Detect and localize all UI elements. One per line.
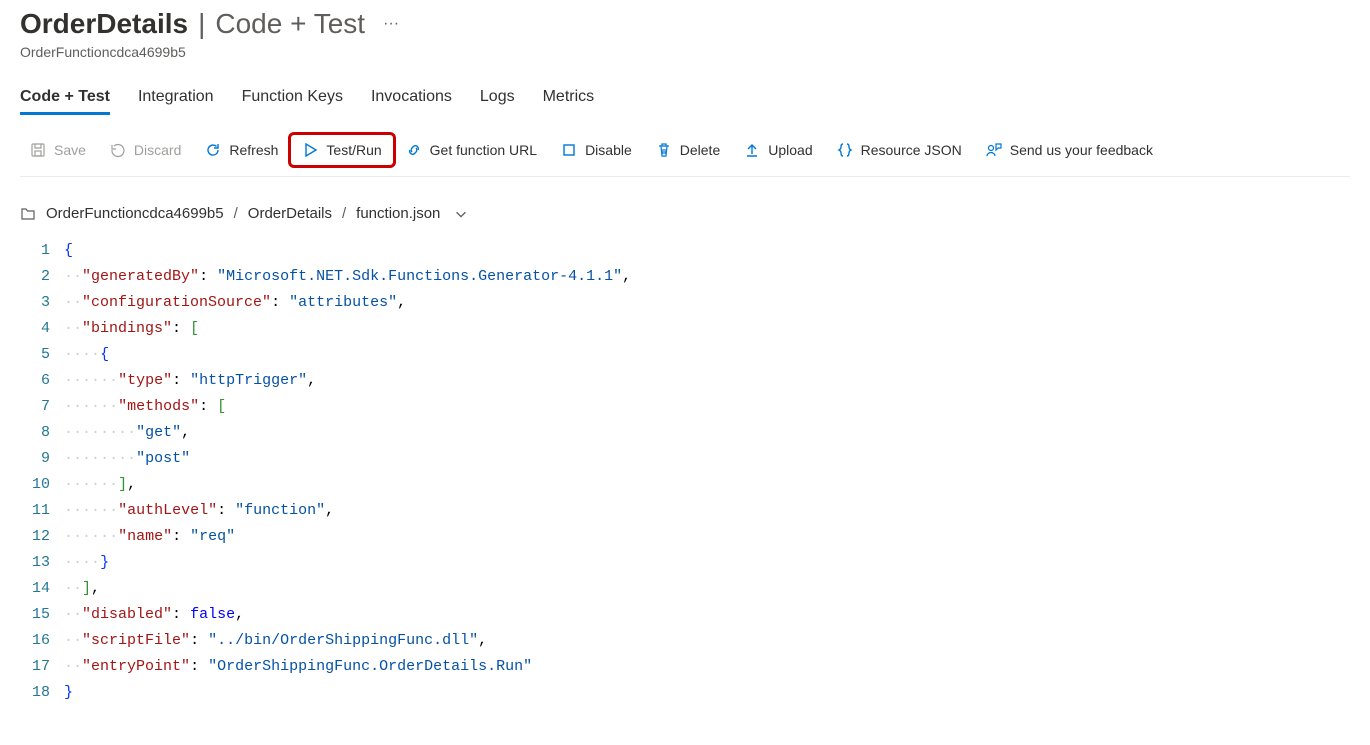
page-title-sub: Code + Test [215,8,365,40]
tab-function-keys[interactable]: Function Keys [242,82,343,114]
tab-bar: Code + Test Integration Function Keys In… [20,82,1350,114]
tab-integration[interactable]: Integration [138,82,214,114]
upload-icon [744,142,760,158]
undo-icon [110,142,126,158]
disable-button[interactable]: Disable [551,136,642,164]
delete-button[interactable]: Delete [646,136,730,164]
toolbar: Save Discard Refresh Test/Run Get functi… [20,122,1350,177]
save-icon [30,142,46,158]
breadcrumb: OrderFunctioncdca4699b5 / OrderDetails /… [20,177,1350,238]
discard-button[interactable]: Discard [100,136,191,164]
page-title-main: OrderDetails [20,8,188,40]
more-actions-icon[interactable]: ··· [383,15,399,33]
square-icon [561,142,577,158]
page-subtitle: OrderFunctioncdca4699b5 [20,44,1350,60]
link-icon [406,142,422,158]
page-title-separator: | [198,8,205,40]
breadcrumb-root[interactable]: OrderFunctioncdca4699b5 [46,205,224,222]
tab-invocations[interactable]: Invocations [371,82,452,114]
folder-icon [20,206,36,222]
test-run-button[interactable]: Test/Run [292,136,391,164]
save-button[interactable]: Save [20,136,96,164]
refresh-button[interactable]: Refresh [195,136,288,164]
breadcrumb-file[interactable]: function.json [356,205,440,222]
trash-icon [656,142,672,158]
person-feedback-icon [986,142,1002,158]
line-gutter: 123456789101112131415161718 [20,238,64,706]
breadcrumb-function[interactable]: OrderDetails [248,205,332,222]
chevron-down-icon[interactable] [454,207,468,221]
braces-icon [837,142,853,158]
code-content[interactable]: {··"generatedBy": "Microsoft.NET.Sdk.Fun… [64,238,631,706]
play-icon [302,142,318,158]
tab-logs[interactable]: Logs [480,82,515,114]
breadcrumb-separator: / [342,205,346,222]
feedback-button[interactable]: Send us your feedback [976,136,1163,164]
code-editor[interactable]: 123456789101112131415161718 {··"generate… [20,238,1350,706]
upload-button[interactable]: Upload [734,136,822,164]
breadcrumb-separator: / [234,205,238,222]
refresh-icon [205,142,221,158]
tab-metrics[interactable]: Metrics [543,82,595,114]
get-function-url-button[interactable]: Get function URL [396,136,547,164]
tab-code-test[interactable]: Code + Test [20,82,110,114]
resource-json-button[interactable]: Resource JSON [827,136,972,164]
